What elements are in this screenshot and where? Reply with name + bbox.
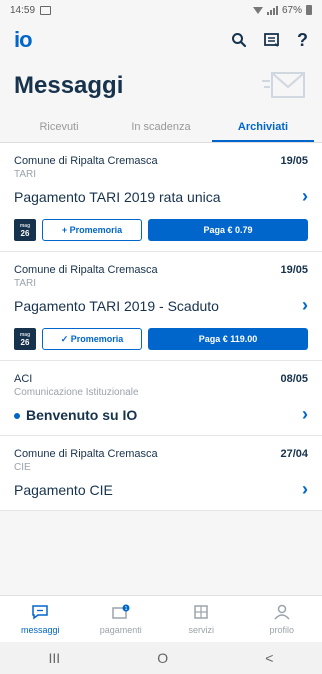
- message-sender: Comune di Ripalta Cremasca: [14, 448, 158, 460]
- message-subject: Pagamento TARI 2019 rata unica: [14, 188, 221, 205]
- tab-ricevuti[interactable]: Ricevuti: [8, 112, 110, 142]
- app-bar: io ?: [0, 20, 322, 60]
- message-date: 19/05: [280, 155, 308, 167]
- chevron-right-icon[interactable]: ›: [302, 404, 308, 425]
- reminder-button[interactable]: ✓ Promemoria: [42, 328, 142, 350]
- help-icon[interactable]: ?: [297, 30, 308, 51]
- pay-button[interactable]: Paga € 119.00: [148, 328, 308, 350]
- system-navigation-bar: III O <: [0, 642, 322, 674]
- message-service: Comunicazione Istituzionale: [14, 387, 139, 398]
- recent-apps-button[interactable]: III: [49, 650, 61, 666]
- nav-label: pagamenti: [99, 624, 142, 635]
- tab-in-scadenza[interactable]: In scadenza: [110, 112, 212, 142]
- message-tabs: Ricevuti In scadenza Archiviati: [0, 112, 322, 143]
- message-item[interactable]: Comune di Ripalta Cremasca 19/05 TARI Pa…: [0, 252, 322, 361]
- nav-label: profilo: [269, 624, 294, 635]
- calendar-icon: mag 26: [14, 328, 36, 350]
- message-service: CIE: [14, 462, 31, 473]
- nav-servizi[interactable]: servizi: [161, 596, 242, 642]
- calendar-day: 26: [20, 337, 30, 347]
- back-button[interactable]: <: [265, 650, 273, 666]
- status-bar: 14:59 67%: [0, 0, 322, 20]
- message-item[interactable]: ACI 08/05 Comunicazione Istituzionale Be…: [0, 361, 322, 436]
- nav-profilo[interactable]: profilo: [242, 596, 322, 642]
- nav-label: servizi: [188, 624, 214, 635]
- message-date: 08/05: [280, 373, 308, 385]
- wallet-icon: 1: [111, 604, 131, 622]
- message-bubble-icon: [31, 604, 49, 622]
- calendar-day: 26: [20, 228, 30, 238]
- message-date: 27/04: [280, 448, 308, 460]
- phone-screen: 14:59 67% io ? Messaggi Ricevuti In scad…: [0, 0, 322, 674]
- nav-messaggi[interactable]: messaggi: [0, 596, 81, 642]
- inbox-icon[interactable]: [263, 32, 281, 48]
- message-item[interactable]: Comune di Ripalta Cremasca 27/04 CIE Pag…: [0, 436, 322, 511]
- message-service: TARI: [14, 169, 37, 180]
- home-button[interactable]: O: [157, 650, 168, 666]
- message-sender: ACI: [14, 373, 33, 385]
- gallery-notification-icon: [40, 5, 52, 15]
- message-sender: Comune di Ripalta Cremasca: [14, 264, 158, 276]
- battery-icon: [306, 5, 312, 15]
- bottom-navigation: messaggi 1 pagamenti servizi profilo: [0, 595, 322, 642]
- message-subject: Pagamento TARI 2019 - Scaduto: [14, 297, 219, 314]
- message-item[interactable]: Comune di Ripalta Cremasca 19/05 TARI Pa…: [0, 143, 322, 252]
- signal-icon: [266, 5, 278, 15]
- pay-button[interactable]: Paga € 0.79: [148, 219, 308, 241]
- services-icon: [192, 604, 210, 622]
- message-subject: Benvenuto su IO: [26, 406, 138, 423]
- message-list: Comune di Ripalta Cremasca 19/05 TARI Pa…: [0, 143, 322, 511]
- nav-pagamenti[interactable]: 1 pagamenti: [81, 596, 162, 642]
- tab-archiviati[interactable]: Archiviati: [212, 112, 314, 142]
- envelope-icon: [262, 67, 308, 106]
- profile-icon: [273, 604, 291, 622]
- nav-label: messaggi: [20, 624, 60, 635]
- message-service: TARI: [14, 278, 37, 289]
- io-logo: io: [14, 27, 33, 52]
- message-date: 19/05: [280, 264, 308, 276]
- wifi-icon: [252, 6, 263, 14]
- calendar-icon: mag 26: [14, 219, 36, 241]
- reminder-button[interactable]: + Promemoria: [42, 219, 142, 241]
- svg-text:1: 1: [124, 606, 127, 612]
- message-subject: Pagamento CIE: [14, 481, 113, 498]
- battery-percent: 67%: [281, 4, 302, 16]
- chevron-right-icon[interactable]: ›: [302, 295, 308, 316]
- unread-dot-icon: [14, 412, 20, 419]
- chevron-right-icon[interactable]: ›: [302, 186, 308, 207]
- chevron-right-icon[interactable]: ›: [302, 479, 308, 500]
- message-sender: Comune di Ripalta Cremasca: [14, 155, 158, 167]
- search-icon[interactable]: [231, 32, 247, 48]
- page-header: Messaggi: [0, 60, 322, 112]
- page-title: Messaggi: [14, 72, 124, 99]
- status-time: 14:59: [10, 4, 36, 16]
